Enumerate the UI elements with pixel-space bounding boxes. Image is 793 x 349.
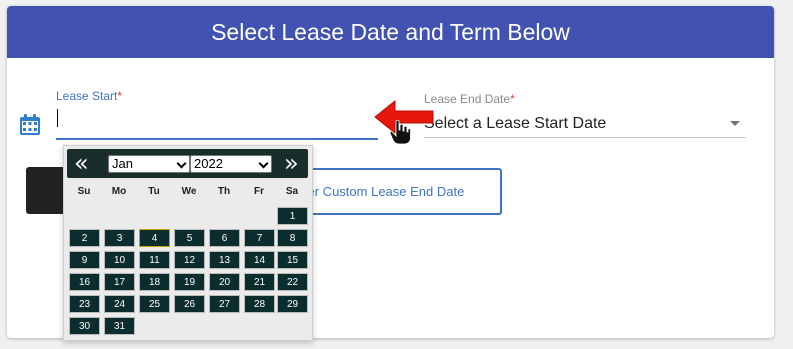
calendar-day[interactable]: 30 [69,317,100,335]
calendar-day[interactable]: 5 [174,229,205,247]
page-title: Select Lease Date and Term Below [211,18,570,45]
datepicker: « Jan 2022 » Su Mo Tu We Th Fr Sa 1 2 3 4 5 6 7 8 9 10 11… [63,145,313,341]
weekday-header: Fr [254,186,264,197]
calendar-day[interactable]: 12 [174,251,205,269]
calendar-day[interactable]: 6 [209,229,240,247]
weekday-header: Tu [148,186,160,197]
lease-start-input[interactable] [56,106,378,140]
dropdown-arrow-icon [730,121,740,126]
weekday-header: We [181,186,197,197]
calendar-day[interactable]: 11 [139,251,170,269]
calendar-day[interactable]: 7 [244,229,275,247]
weekday-header: Mo [111,186,127,197]
calendar-day[interactable]: 18 [139,273,170,291]
dark-button[interactable] [26,167,64,214]
lease-start-label-text: Lease Start [56,89,118,103]
calendar-day[interactable]: 16 [69,273,100,291]
calendar-day[interactable]: 8 [277,229,308,247]
calendar-day[interactable]: 4 [139,229,170,247]
month-select-value: Jan [112,156,133,171]
required-mark: * [510,92,515,106]
calendar-day[interactable]: 10 [104,251,135,269]
calendar-day[interactable]: 27 [209,295,240,313]
calendar-day[interactable]: 1 [277,207,308,225]
chevron-down-icon [176,158,187,169]
chevron-down-icon [258,158,269,169]
calendar-day[interactable]: 22 [277,273,308,291]
weekday-header: Sa [285,186,299,197]
calendar-day[interactable]: 25 [139,295,170,313]
required-mark: * [117,89,123,103]
calendar-day[interactable]: 19 [174,273,205,291]
weekday-header: Su [77,186,91,197]
calendar-day[interactable]: 15 [277,251,308,269]
year-select[interactable]: 2022 [190,155,272,173]
calendar-day[interactable]: 13 [209,251,240,269]
custom-lease-end-button[interactable]: Enter Custom Lease End Date [300,168,502,215]
card-header: Select Lease Date and Term Below [7,6,774,58]
prev-month-button[interactable]: « [74,151,89,175]
calendar-day[interactable]: 26 [174,295,205,313]
weekday-header: Th [217,186,231,197]
text-caret [57,109,58,127]
calendar-day[interactable]: 23 [69,295,100,313]
datepicker-header: « Jan 2022 » [67,149,308,178]
calendar-day[interactable]: 3 [104,229,135,247]
calendar-icon[interactable] [19,114,41,136]
lease-start-label: Lease Start* [56,89,122,103]
calendar-day[interactable]: 2 [69,229,100,247]
lease-end-select[interactable]: Select a Lease Start Date [424,110,746,138]
calendar-day[interactable]: 21 [244,273,275,291]
lease-end-label: Lease End Date* [424,92,515,106]
calendar-day[interactable]: 28 [244,295,275,313]
calendar-day[interactable]: 24 [104,295,135,313]
calendar-day[interactable]: 20 [209,273,240,291]
year-select-value: 2022 [194,156,223,171]
calendar-day[interactable]: 17 [104,273,135,291]
hand-cursor-icon [389,119,411,145]
calendar-day[interactable]: 14 [244,251,275,269]
lease-end-selected-value: Select a Lease Start Date [424,115,607,132]
calendar-day[interactable]: 31 [104,317,135,335]
calendar-day[interactable]: 9 [69,251,100,269]
custom-lease-end-button-label: Enter Custom Lease End Date [300,184,465,199]
month-select[interactable]: Jan [108,155,190,173]
calendar-day[interactable]: 29 [277,295,308,313]
next-month-button[interactable]: » [284,151,299,175]
